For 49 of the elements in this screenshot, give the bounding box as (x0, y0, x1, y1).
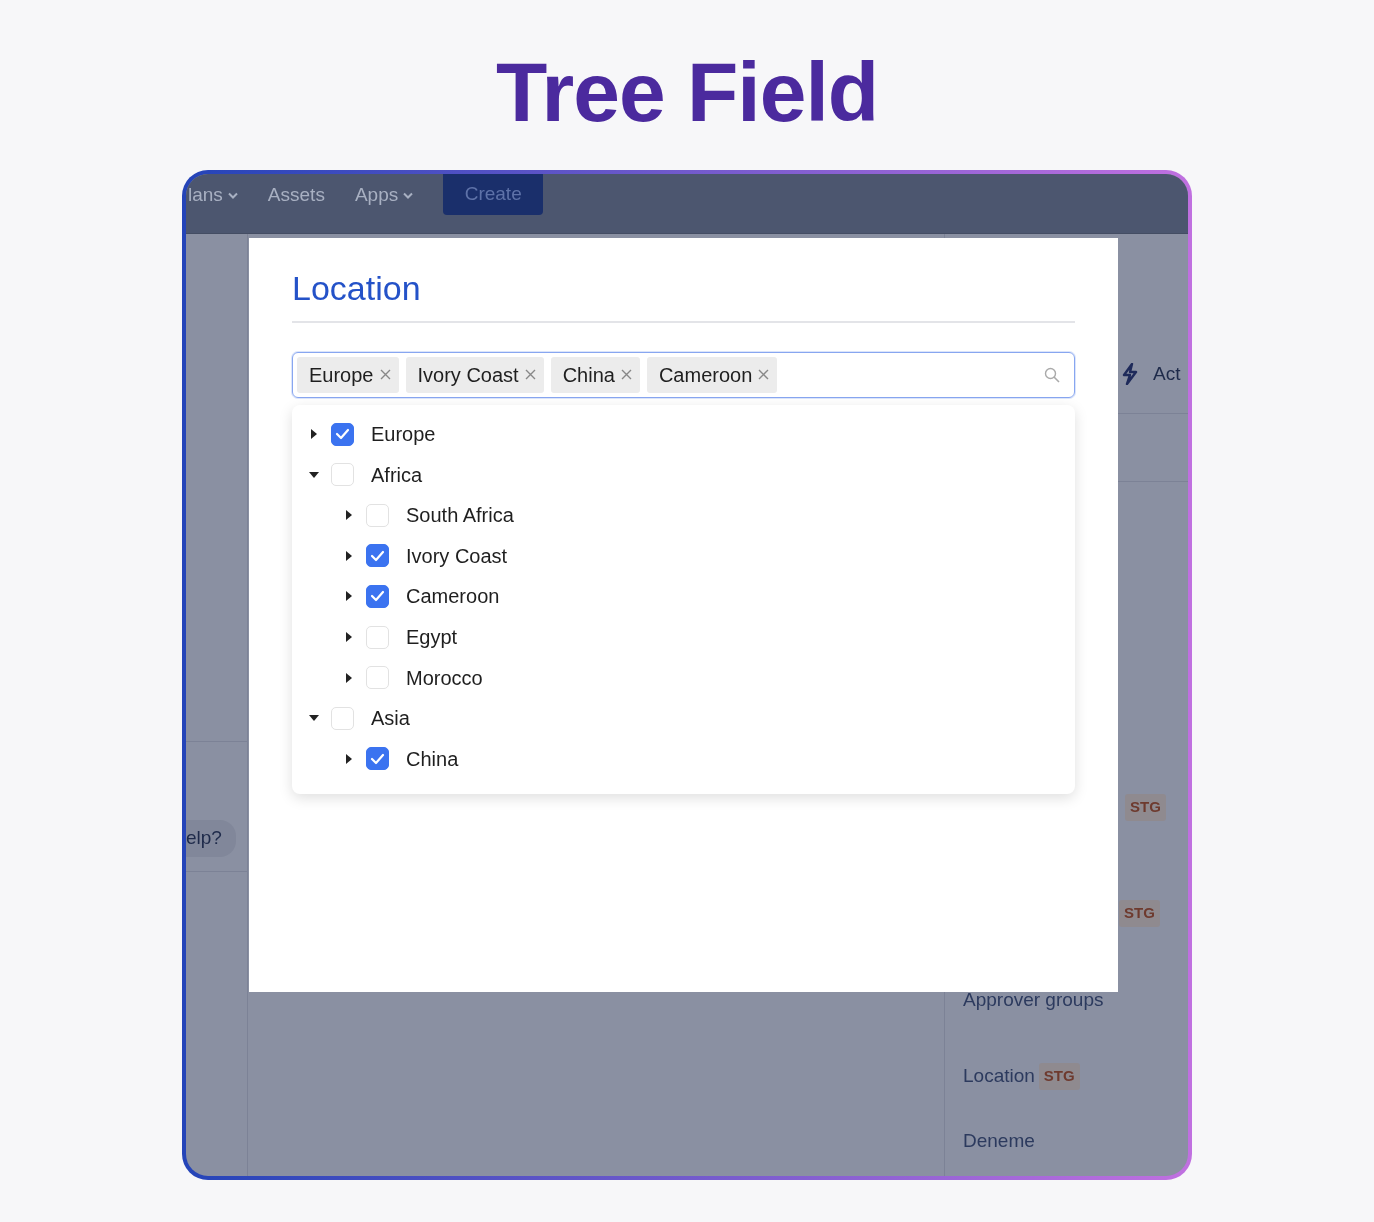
tree-item-label: South Africa (406, 503, 514, 529)
selected-tag: Cameroon (646, 356, 778, 393)
tree-row[interactable]: Cameroon (292, 576, 1075, 617)
remove-tag-button[interactable] (620, 369, 632, 381)
tree-item-label: Europe (371, 422, 436, 448)
tree-item-label: Africa (371, 462, 423, 488)
tree-row[interactable]: Ivory Coast (292, 535, 1075, 577)
check-icon (370, 548, 385, 563)
remove-tag-button[interactable] (758, 369, 770, 381)
tree-row[interactable]: Europe (292, 413, 1075, 455)
selected-tag: China (550, 356, 640, 393)
field-label: Location (963, 1064, 1035, 1088)
tree-row[interactable]: China (292, 738, 1075, 780)
stg-badge: STG (1119, 900, 1160, 927)
tree-row[interactable]: Africa (292, 454, 1075, 495)
tree-row[interactable]: South Africa (292, 495, 1075, 536)
chevron-down-icon (403, 191, 414, 199)
page-title: Tree Field (495, 50, 879, 141)
selected-tag: Europe (297, 356, 399, 393)
remove-tag-button[interactable] (524, 369, 536, 381)
check-icon (370, 751, 385, 766)
tree-item-label: Cameroon (406, 584, 500, 610)
tree-item-label: Asia (371, 706, 410, 732)
tree-row[interactable]: Asia (292, 697, 1075, 739)
check-icon (335, 427, 350, 442)
tree-row[interactable]: Egypt (292, 616, 1075, 658)
tree-select-field[interactable]: Europe Ivory Coast China Cameroon (292, 351, 1075, 398)
check-icon (370, 589, 385, 604)
search-icon (1044, 366, 1060, 383)
stg-badge: STG (1125, 794, 1166, 821)
checkbox[interactable] (366, 747, 389, 771)
checkbox[interactable] (331, 422, 354, 446)
stg-badge: STG (1038, 1063, 1080, 1090)
tree-item-label: Ivory Coast (406, 543, 508, 569)
help-button[interactable]: elp? (186, 820, 236, 857)
tree-item-label: Egypt (406, 625, 458, 651)
chevron-down-icon (227, 191, 238, 199)
lightning-icon (1121, 363, 1139, 386)
tree-item-label: Morocco (406, 665, 483, 691)
tree-item-label: China (406, 746, 459, 772)
modal-title: Location (292, 268, 1075, 323)
field-label: Deneme (963, 1129, 1035, 1153)
checkbox[interactable] (366, 584, 389, 608)
field-label: Approver groups (963, 988, 1104, 1012)
checkbox[interactable] (366, 544, 389, 568)
remove-tag-button[interactable] (379, 369, 391, 381)
tree-row[interactable]: Morocco (292, 657, 1075, 698)
action-label: Act (1153, 362, 1181, 386)
selected-tag: Ivory Coast (405, 356, 544, 393)
